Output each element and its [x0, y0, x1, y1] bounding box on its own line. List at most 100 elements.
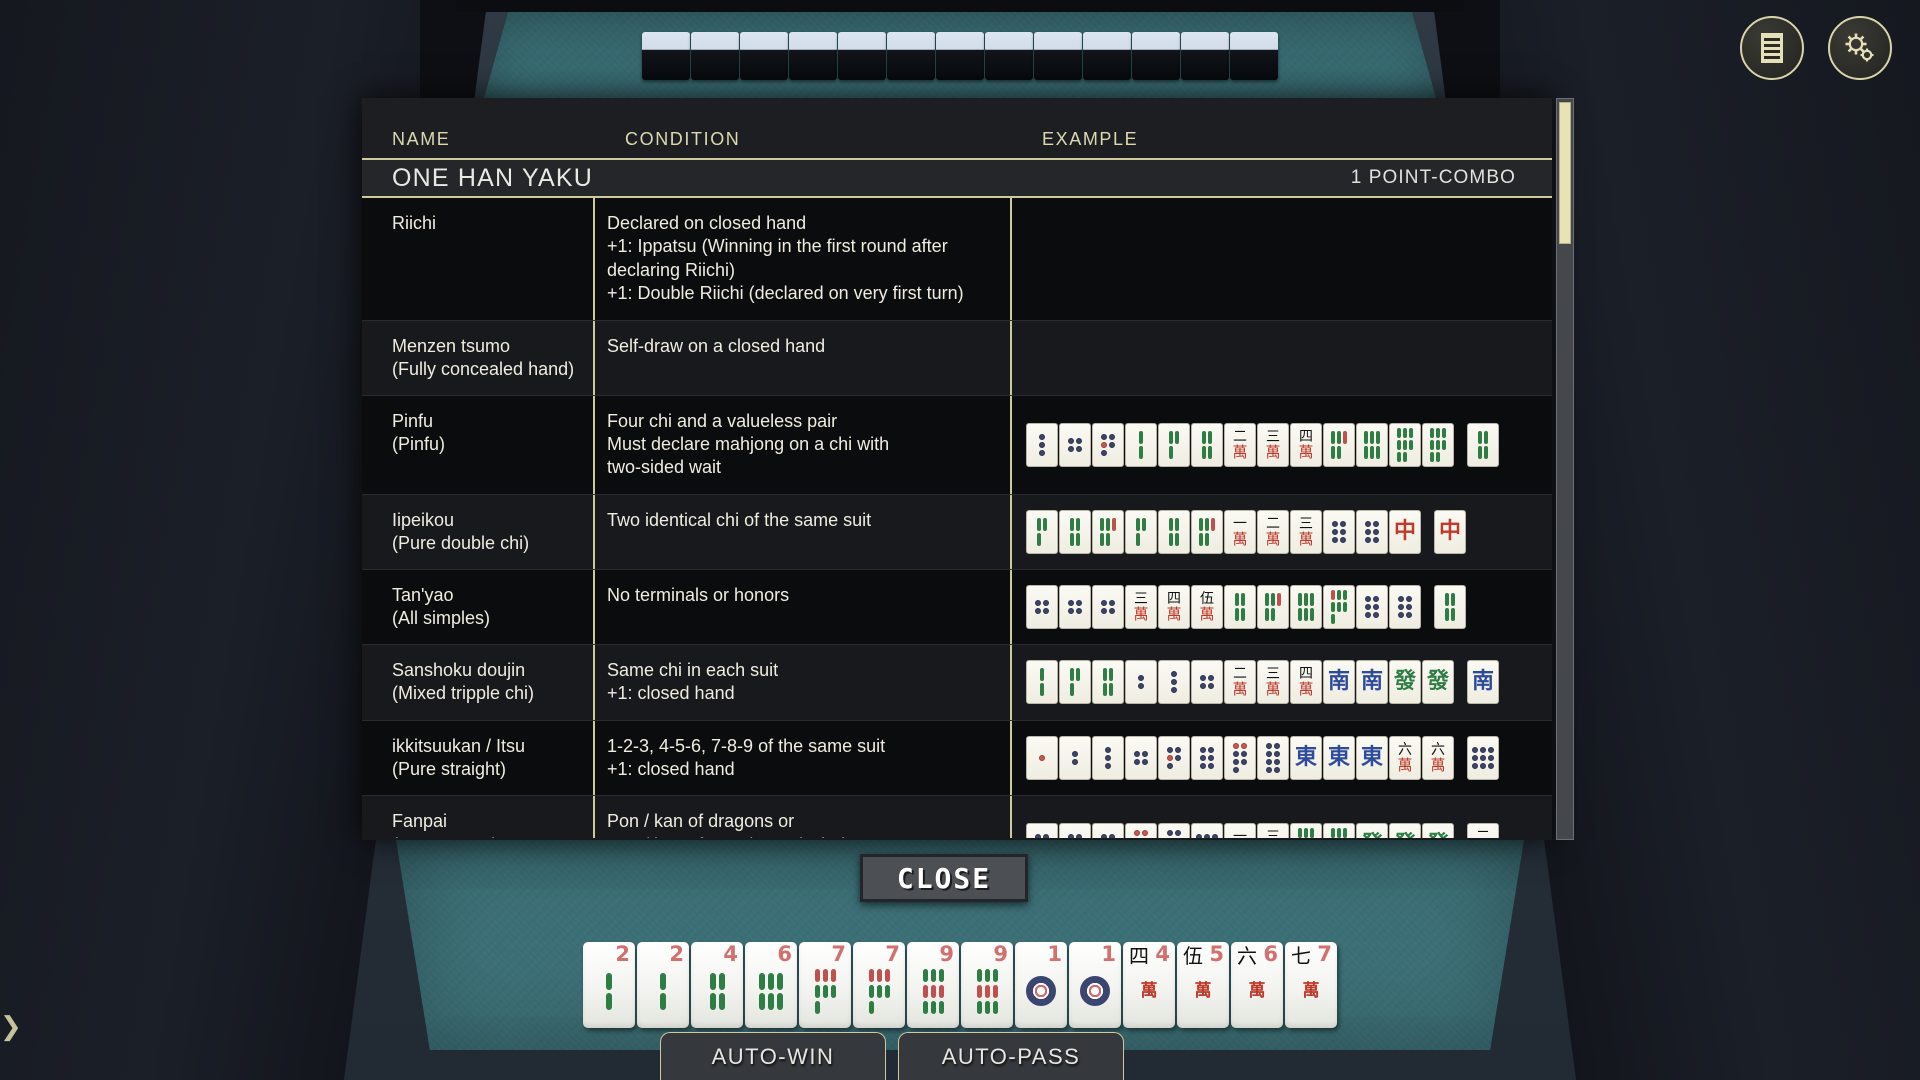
hand-tile-face: 萬	[1140, 980, 1158, 1001]
example-tile	[1125, 736, 1157, 781]
yaku-condition-line: +1: closed hand	[607, 759, 735, 780]
example-tile	[1125, 422, 1157, 467]
yaku-example-cell	[1012, 321, 1552, 395]
hand-tile[interactable]: 4四萬	[1123, 942, 1175, 1028]
yaku-example-cell: 二萬三萬四萬	[1012, 396, 1552, 494]
hand-tile[interactable]: 5伍萬	[1177, 942, 1229, 1028]
section-points: 1 POINT-COMBO	[1350, 167, 1516, 188]
yaku-condition-cell: Declared on closed hand +1: Ippatsu (Winn…	[595, 198, 1012, 320]
game-screen: NAME CONDITION EXAMPLE ONE HAN YAKU 1 PO…	[0, 0, 1920, 1080]
hand-tile[interactable]: 7	[799, 942, 851, 1028]
hand-tile[interactable]: 7七萬	[1285, 942, 1337, 1028]
example-tile	[1158, 736, 1190, 781]
hand-tile[interactable]: 4	[691, 942, 743, 1028]
yaku-name-cell: ikkitsuukan / Itsu (Pure straight)	[362, 720, 595, 796]
example-tile	[1323, 823, 1355, 838]
column-header-condition: CONDITION	[625, 129, 741, 149]
yaku-condition-line: Self-draw on a closed hand	[607, 335, 826, 356]
example-tile	[1092, 823, 1124, 838]
hand-tile-face	[853, 958, 905, 1024]
yaku-example-cell: 一萬二萬三萬 中中	[1012, 495, 1552, 569]
example-tile	[1092, 736, 1124, 781]
example-tile	[1257, 584, 1289, 629]
example-tile	[1191, 736, 1223, 781]
example-tile	[1026, 736, 1058, 781]
example-tile	[1026, 422, 1058, 467]
example-tile	[1389, 584, 1421, 629]
example-tile: 東	[1356, 736, 1388, 781]
example-tile: 發	[1356, 823, 1388, 838]
yaku-name-cell: Menzen tsumo (Fully concealed hand)	[362, 320, 595, 395]
example-tile: 六萬	[1389, 736, 1421, 781]
yaku-condition-cell: No terminals or honors	[595, 569, 1012, 644]
example-tile: 一萬	[1224, 823, 1256, 838]
yaku-name-line: Iipeikou	[392, 509, 455, 530]
yaku-condition-line: declaring Riichi)	[607, 259, 736, 280]
hand-tile[interactable]: 2	[637, 942, 689, 1028]
auto-win-button-label: AUTO-WIN	[711, 1043, 835, 1069]
yaku-name-cell: Riichi	[362, 198, 595, 320]
yaku-example-cell: 三萬四萬伍萬	[1012, 570, 1552, 644]
example-tile	[1158, 823, 1190, 838]
yaku-name-line: Tan'yao	[392, 584, 454, 605]
yaku-name-cell: Tan'yao (All simples)	[362, 569, 595, 644]
hand-tile[interactable]: 9	[907, 942, 959, 1028]
rules-book-icon	[1757, 31, 1787, 65]
example-tile: 二萬	[1224, 422, 1256, 467]
example-tile: 四萬	[1290, 422, 1322, 467]
hand-tile[interactable]: 2	[583, 942, 635, 1028]
sidebar-expand-chevron-icon[interactable]: ❯	[0, 1010, 22, 1044]
rules-book-button[interactable]	[1740, 16, 1804, 80]
yaku-condition-line: Two identical chi of the same suit	[607, 509, 872, 530]
hand-tile-face	[1069, 958, 1121, 1024]
example-tile	[1092, 509, 1124, 554]
yaku-condition-line: Four chi and a valueless pair	[607, 410, 838, 431]
hand-tile-face	[1015, 958, 1067, 1024]
example-tile: 三萬	[1290, 509, 1322, 554]
table-row: ikkitsuukan / Itsu (Pure straight) 1-2-3, …	[362, 720, 1552, 797]
hand-tile[interactable]: 6六萬	[1231, 942, 1283, 1028]
yaku-condition-cell: Two identical chi of the same suit	[595, 494, 1012, 569]
hand-tile-face	[799, 958, 851, 1024]
wall-tile	[691, 32, 739, 80]
yaku-condition-line: 1-2-3, 4-5-6, 7-8-9 of the same suit	[607, 735, 886, 756]
example-tile: 南	[1467, 660, 1499, 705]
auto-win-button[interactable]: AUTO-WIN	[660, 1032, 886, 1080]
hand-tile[interactable]: 6	[745, 942, 797, 1028]
hand-tile[interactable]: 1	[1015, 942, 1067, 1028]
example-tile: 二萬	[1224, 660, 1256, 705]
yaku-condition-line: Pon / kan of dragons or	[607, 811, 795, 832]
yaku-name-line: (Pinfu)	[392, 433, 446, 454]
scrollbar-thumb[interactable]	[1559, 102, 1571, 244]
hand-tile[interactable]: 9	[961, 942, 1013, 1028]
hand-tile[interactable]: 7	[853, 942, 905, 1028]
example-tile	[1059, 660, 1091, 705]
settings-button[interactable]	[1828, 16, 1892, 80]
example-tile-row: 三萬四萬伍萬	[1026, 584, 1467, 629]
example-tile	[1125, 509, 1157, 554]
example-tile	[1224, 736, 1256, 781]
hand-tile[interactable]: 1	[1069, 942, 1121, 1028]
hand-tile-face	[637, 958, 689, 1024]
example-tile: 中	[1389, 509, 1421, 554]
hand-tile-face	[961, 958, 1013, 1024]
example-tile	[1125, 823, 1157, 838]
example-tile: 三萬	[1125, 584, 1157, 629]
yaku-condition-cell: Same chi in each suit +1: closed hand	[595, 644, 1012, 720]
example-tile: 發	[1422, 823, 1454, 838]
yaku-name-line: Sanshoku doujin	[392, 659, 526, 680]
example-tile	[1389, 422, 1421, 467]
panel-scrollbar[interactable]	[1556, 98, 1574, 840]
auto-pass-button[interactable]: AUTO-PASS	[898, 1032, 1124, 1080]
yaku-name-line: Menzen tsumo	[392, 335, 511, 356]
example-tile	[1059, 736, 1091, 781]
yaku-reference-panel: NAME CONDITION EXAMPLE ONE HAN YAKU 1 PO…	[362, 98, 1574, 840]
yaku-name-line: Riichi	[392, 213, 437, 233]
example-tile	[1467, 736, 1499, 781]
close-button[interactable]: CLOSE	[860, 854, 1028, 902]
example-tile	[1434, 584, 1466, 629]
wall-tile	[985, 32, 1033, 80]
example-tile: 六萬	[1422, 736, 1454, 781]
example-tile	[1026, 660, 1058, 705]
player-hand: 22467799114四萬5伍萬6六萬7七萬	[583, 942, 1337, 1028]
